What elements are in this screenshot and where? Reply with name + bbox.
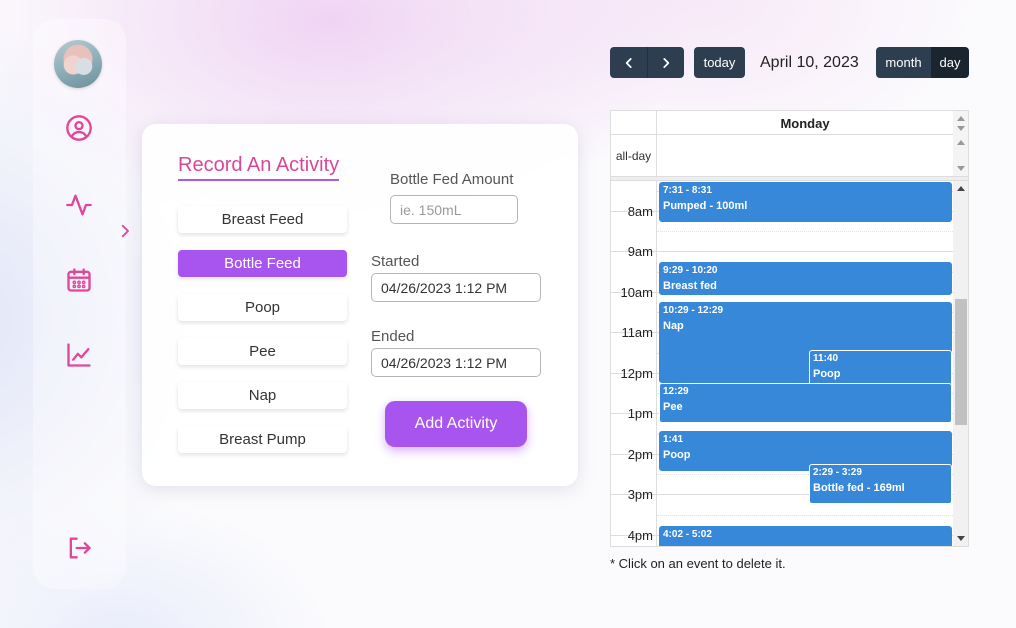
chevron-right-icon[interactable] <box>116 222 134 240</box>
allday-scrollbar[interactable] <box>953 135 968 176</box>
calendar-header: Monday <box>611 111 968 135</box>
calendar-event[interactable]: 9:29 - 10:20 Breast fed <box>659 262 952 295</box>
scroll-down-arrow-icon[interactable] <box>957 126 965 131</box>
allday-row: all-day <box>611 135 968 177</box>
logout-icon[interactable] <box>65 534 93 562</box>
time-label: 8am <box>627 204 653 219</box>
record-activity-card: Record An Activity Breast Feed Bottle Fe… <box>142 124 578 486</box>
add-activity-button[interactable]: Add Activity <box>385 401 527 447</box>
time-label: 2pm <box>627 447 653 462</box>
calendar-event[interactable]: 4:02 - 5:02 <box>659 526 952 546</box>
day-header: Monday <box>780 115 830 131</box>
event-time: 10:29 - 12:29 <box>663 305 724 316</box>
activity-pulse-icon[interactable] <box>65 191 93 219</box>
scroll-down-arrow-icon[interactable] <box>957 166 965 171</box>
ended-input[interactable]: 04/26/2023 1:12 PM <box>371 348 541 377</box>
event-time: 11:40 <box>813 353 839 364</box>
activity-option-poop[interactable]: Poop <box>178 294 347 321</box>
timegrid-scrollbar[interactable] <box>953 181 968 546</box>
scroll-up-arrow-icon[interactable] <box>957 116 965 121</box>
today-button[interactable]: today <box>694 47 745 78</box>
day-view-button[interactable]: day <box>931 47 969 78</box>
scroll-down-arrow-icon[interactable] <box>957 536 965 541</box>
event-time: 9:29 - 10:20 <box>663 265 718 276</box>
event-title: Bottle fed - 169ml <box>813 482 905 494</box>
allday-label: all-day <box>611 135 657 176</box>
hour-line <box>611 251 953 252</box>
event-title: Breast fed <box>663 280 717 292</box>
calendar-icon[interactable] <box>65 266 93 294</box>
event-title: Pumped - 100ml <box>663 200 748 212</box>
event-time: 4:02 - 5:02 <box>663 529 712 540</box>
amount-input[interactable]: ie. 150mL <box>390 195 518 224</box>
amount-label: Bottle Fed Amount <box>390 171 514 188</box>
scroll-up-arrow-icon[interactable] <box>957 186 965 191</box>
chevron-left-icon <box>625 57 632 68</box>
time-grid[interactable]: 8am 9am 10am 11am 12pm 1pm 2pm 3pm 4pm 7… <box>611 181 968 546</box>
avatar[interactable] <box>54 40 102 88</box>
calendar-date-title: April 10, 2023 <box>760 54 859 71</box>
time-label: 10am <box>620 285 653 300</box>
activity-option-breast-pump[interactable]: Breast Pump <box>178 426 347 453</box>
card-title: Record An Activity <box>178 154 340 181</box>
started-label: Started <box>371 253 420 270</box>
event-time: 2:29 - 3:29 <box>813 467 862 478</box>
event-time: 7:31 - 8:31 <box>663 185 712 196</box>
event-title: Poop <box>813 368 841 380</box>
calendar-footnote: * Click on an event to delete it. <box>610 556 786 571</box>
event-time: 12:29 <box>663 386 689 397</box>
sidebar <box>33 19 126 589</box>
time-label: 9am <box>627 244 653 259</box>
header-scrollbar[interactable] <box>953 111 968 135</box>
activity-option-bottle-feed[interactable]: Bottle Feed <box>178 250 347 277</box>
calendar-event[interactable]: 7:31 - 8:31 Pumped - 100ml <box>659 182 952 222</box>
activity-option-nap[interactable]: Nap <box>178 382 347 409</box>
day-calendar: Monday all-day 8am 9am 10am 11am 12pm 1p… <box>610 110 969 547</box>
half-hour-line <box>657 231 953 232</box>
time-label: 11am <box>621 325 653 340</box>
event-time: 1:41 <box>663 434 684 445</box>
time-label: 3pm <box>627 487 653 502</box>
user-circle-icon[interactable] <box>65 114 93 142</box>
activity-option-pee[interactable]: Pee <box>178 338 347 365</box>
half-hour-line <box>657 515 953 516</box>
started-input[interactable]: 04/26/2023 1:12 PM <box>371 273 541 302</box>
scroll-thumb[interactable] <box>955 299 967 425</box>
event-title: Nap <box>663 320 684 332</box>
event-title: Pee <box>663 401 683 413</box>
time-label: 12pm <box>620 366 653 381</box>
ended-label: Ended <box>371 328 415 345</box>
time-label: 1pm <box>627 406 653 421</box>
prev-button[interactable] <box>610 47 647 78</box>
calendar-event[interactable]: 12:29 Pee <box>659 383 952 423</box>
next-button[interactable] <box>647 47 684 78</box>
month-view-button[interactable]: month <box>876 47 931 78</box>
chart-line-icon[interactable] <box>65 341 93 369</box>
activity-option-breast-feed[interactable]: Breast Feed <box>178 206 347 233</box>
header-gutter <box>611 111 657 135</box>
scroll-up-arrow-icon[interactable] <box>957 140 965 145</box>
time-label: 4pm <box>627 528 653 543</box>
calendar-event[interactable]: 2:29 - 3:29 Bottle fed - 169ml <box>809 464 952 504</box>
event-title: Poop <box>663 449 691 461</box>
chevron-right-icon <box>663 57 670 68</box>
